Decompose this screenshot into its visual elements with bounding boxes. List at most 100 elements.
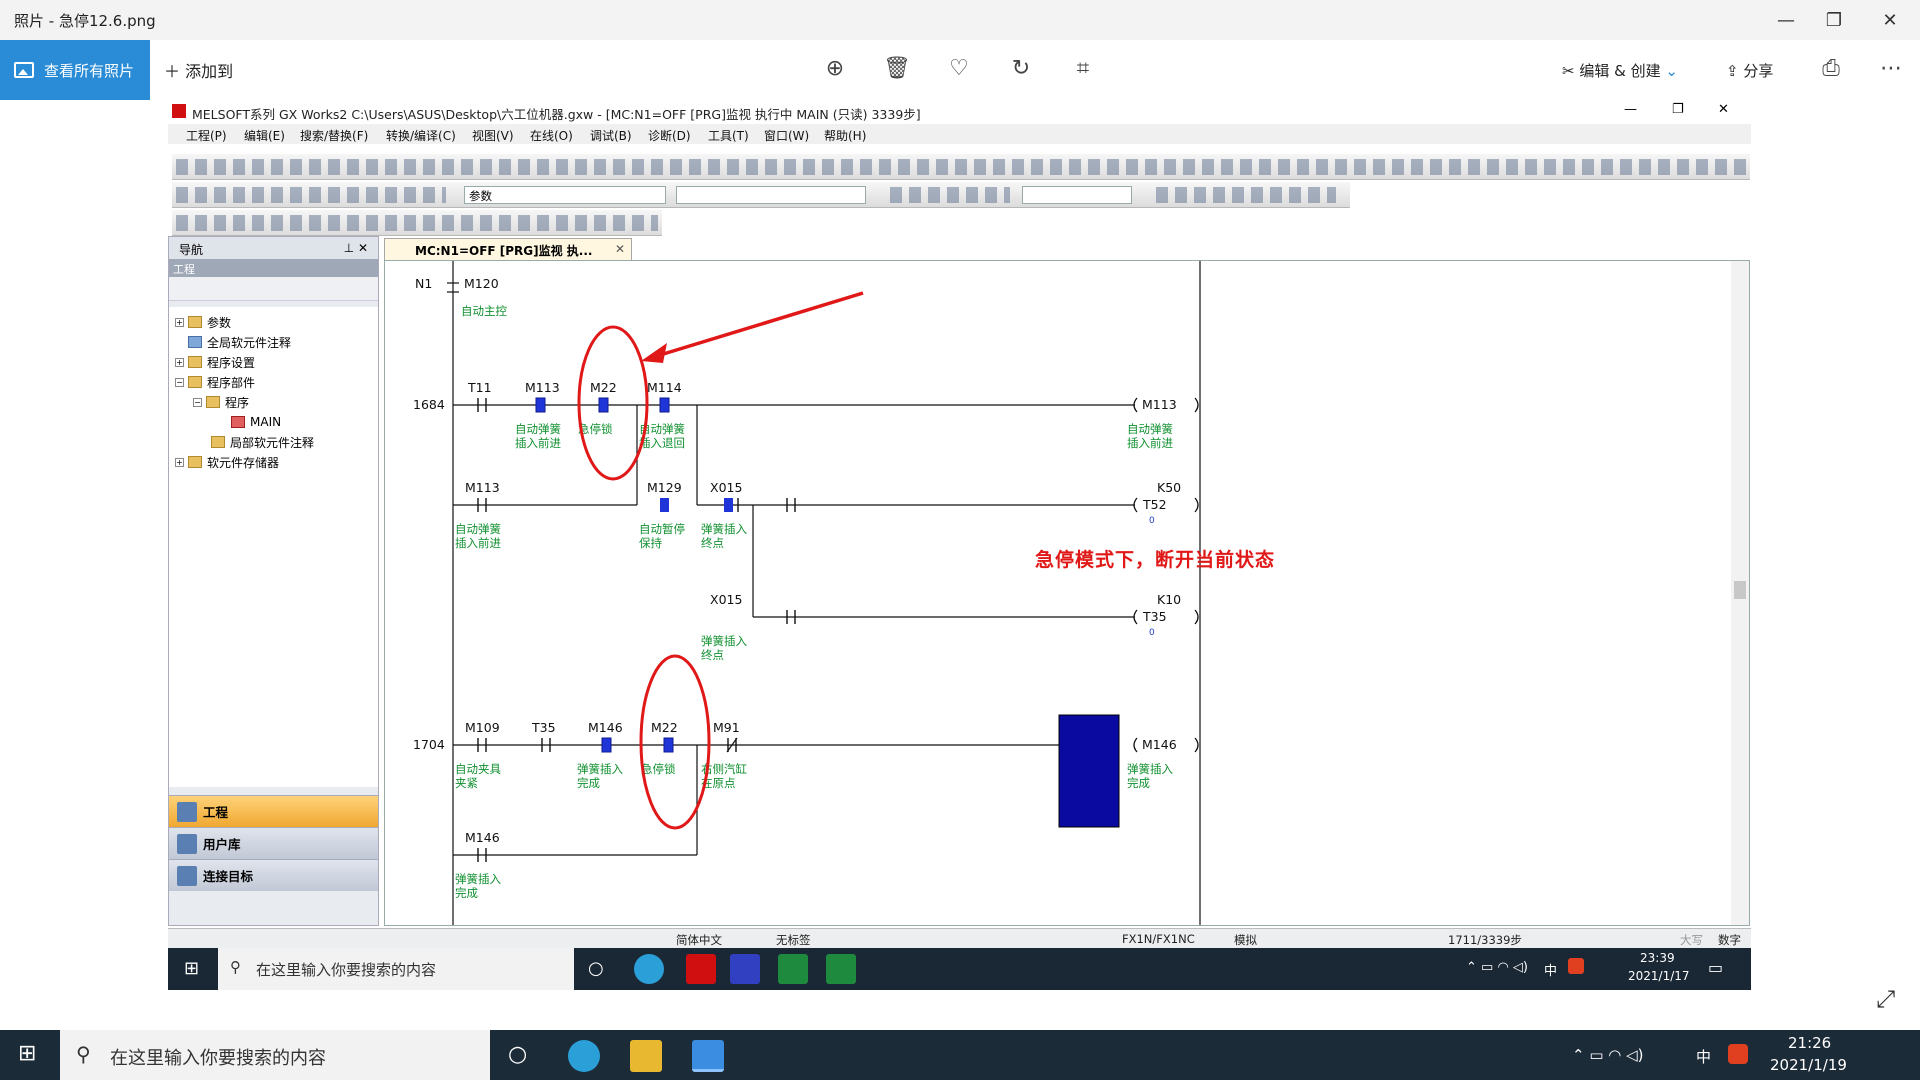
scrollbar-thumb[interactable] bbox=[1734, 581, 1746, 599]
menu-online[interactable]: 在线(O) bbox=[530, 127, 573, 144]
toolbar-icons[interactable] bbox=[890, 187, 1010, 203]
folder-icon bbox=[188, 316, 202, 328]
clock-time: 21:26 bbox=[1788, 1034, 1832, 1052]
folder-icon bbox=[188, 456, 202, 468]
coil-label: M113 bbox=[1142, 397, 1177, 412]
app-taskbar-icon[interactable] bbox=[730, 954, 760, 984]
tree-item-pou[interactable]: − 程序部件 bbox=[175, 373, 255, 391]
connection-icon bbox=[177, 866, 197, 886]
toolbar-icons[interactable] bbox=[176, 159, 1746, 175]
comment: 弹簧插入 bbox=[1127, 762, 1173, 776]
menu-edit[interactable]: 编辑(E) bbox=[244, 127, 285, 144]
menu-debug[interactable]: 调试(B) bbox=[590, 127, 632, 144]
step-number: 1684 bbox=[413, 397, 445, 412]
windows-start-icon[interactable]: ⊞ bbox=[18, 1041, 36, 1066]
tree-item-device-memory[interactable]: + 软元件存储器 bbox=[175, 453, 279, 471]
fullscreen-icon[interactable]: ⤢ bbox=[1876, 985, 1895, 1013]
timer-setting: K50 bbox=[1157, 480, 1181, 495]
maximize-button[interactable]: ❐ bbox=[1806, 0, 1862, 40]
status-steps: 1711/3339步 bbox=[1448, 933, 1522, 947]
photos-taskbar-icon[interactable] bbox=[692, 1040, 724, 1072]
nav-pin-close-icon[interactable]: ⊥ ✕ bbox=[344, 241, 368, 255]
tree-item-program[interactable]: − 程序 bbox=[193, 393, 249, 411]
zoom-combo[interactable] bbox=[1022, 186, 1132, 204]
nav-button-label: 连接目标 bbox=[203, 869, 254, 884]
more-icon[interactable]: ⋯ bbox=[1876, 56, 1906, 81]
zoom-icon[interactable]: ⊕ bbox=[820, 56, 850, 81]
tree-item-program-setting[interactable]: + 程序设置 bbox=[175, 353, 255, 371]
collapse-icon[interactable]: − bbox=[175, 377, 184, 387]
gx-minimize-icon[interactable]: — bbox=[1624, 102, 1637, 117]
menu-diagnostics[interactable]: 诊断(D) bbox=[648, 127, 691, 144]
excel-taskbar-icon[interactable] bbox=[826, 954, 856, 984]
tree-item-parameter[interactable]: + 参数 bbox=[175, 313, 231, 331]
nav-button-connection[interactable]: 连接目标 bbox=[169, 859, 378, 891]
rotate-icon[interactable]: ↻ bbox=[1006, 56, 1036, 81]
ladder-diagram: N1 M120 自动主控 1684 1704 T11 M113 M22 M114… bbox=[413, 261, 1749, 925]
contact-label: M146 bbox=[588, 720, 623, 735]
menu-project[interactable]: 工程(P) bbox=[186, 127, 227, 144]
menu-find-replace[interactable]: 搜索/替换(F) bbox=[300, 127, 368, 144]
tree-item-main[interactable]: MAIN bbox=[231, 413, 281, 431]
taskbar-search-box[interactable]: ⚲ 在这里输入你要搜索的内容 bbox=[60, 1030, 490, 1080]
inner-clock-time: 23:39 bbox=[1640, 951, 1675, 965]
gxworks-taskbar-icon[interactable] bbox=[686, 954, 716, 984]
menu-convert[interactable]: 转换/编译(C) bbox=[386, 127, 456, 144]
contact-label: M146 bbox=[465, 830, 500, 845]
edit-create-button[interactable]: ✂ 编辑 & 创建 ⌄ bbox=[1562, 60, 1678, 81]
view-all-photos-button[interactable]: 查看所有照片 bbox=[0, 40, 150, 100]
contact-label: M22 bbox=[651, 720, 678, 735]
expand-icon[interactable]: + bbox=[175, 457, 184, 467]
add-to-button[interactable]: ＋ 添加到 bbox=[164, 58, 233, 82]
gx-restore-icon[interactable]: ❐ bbox=[1672, 102, 1684, 117]
collapse-icon[interactable]: − bbox=[193, 397, 202, 407]
sogou-icon[interactable] bbox=[1728, 1044, 1748, 1064]
tree-item-local-comment[interactable]: 局部软元件注释 bbox=[211, 433, 314, 451]
program-tab[interactable]: MC:N1=OFF [PRG]监视 执... ✕ bbox=[384, 238, 632, 260]
expand-icon[interactable]: + bbox=[175, 357, 184, 367]
menu-window[interactable]: 窗口(W) bbox=[764, 127, 809, 144]
tab-close-icon[interactable]: ✕ bbox=[615, 242, 625, 256]
sogou-icon[interactable] bbox=[1568, 958, 1584, 974]
edge-icon[interactable] bbox=[634, 954, 664, 984]
inner-search-box[interactable]: ⚲ 在这里输入你要搜索的内容 bbox=[218, 948, 574, 990]
excel-taskbar-icon[interactable] bbox=[778, 954, 808, 984]
nav-button-library[interactable]: 用户库 bbox=[169, 827, 378, 859]
windows-start-icon[interactable]: ⊞ bbox=[184, 958, 199, 979]
tree-item-global-comment[interactable]: 全局软元件注释 bbox=[188, 333, 291, 351]
ime-indicator[interactable]: 中 bbox=[1544, 960, 1557, 979]
toolbar-icons[interactable] bbox=[176, 215, 658, 231]
annotation-text: 急停模式下，断开当前状态 bbox=[1035, 548, 1275, 571]
tray-icons[interactable]: ⌃ ▭ ◠ ◁) bbox=[1466, 960, 1528, 975]
menu-view[interactable]: 视图(V) bbox=[472, 127, 514, 144]
expand-icon[interactable]: + bbox=[175, 317, 184, 327]
mc-comment: 自动主控 bbox=[461, 304, 507, 318]
crop-icon[interactable]: ⌗ bbox=[1068, 56, 1098, 81]
close-button[interactable]: ✕ bbox=[1862, 0, 1918, 40]
task-view-icon[interactable]: ○ bbox=[508, 1042, 527, 1067]
comment: 插入前进 bbox=[455, 536, 501, 550]
menu-help[interactable]: 帮助(H) bbox=[824, 127, 866, 144]
edge-icon[interactable] bbox=[568, 1040, 600, 1072]
notification-icon[interactable]: ▭ bbox=[1708, 958, 1723, 977]
parameter-combo[interactable]: 参数 bbox=[464, 186, 666, 204]
task-view-icon[interactable]: ○ bbox=[588, 958, 604, 979]
print-icon[interactable]: ⎙ bbox=[1816, 56, 1846, 81]
nav-button-project[interactable]: 工程 bbox=[169, 795, 378, 827]
tray-icons[interactable]: ⌃ ▭ ◠ ◁) bbox=[1572, 1046, 1644, 1064]
menu-tools[interactable]: 工具(T) bbox=[708, 127, 749, 144]
ladder-editor[interactable]: N1 M120 自动主控 1684 1704 T11 M113 M22 M114… bbox=[384, 260, 1750, 926]
share-button[interactable]: ⇪ 分享 bbox=[1726, 60, 1773, 81]
favorite-icon[interactable]: ♡ bbox=[944, 56, 974, 81]
file-explorer-icon[interactable] bbox=[630, 1040, 662, 1072]
nav-tools[interactable] bbox=[169, 277, 378, 301]
delete-icon[interactable]: 🗑 bbox=[882, 56, 912, 81]
gx-close-icon[interactable]: ✕ bbox=[1718, 102, 1729, 117]
toolbar-icons[interactable] bbox=[1156, 187, 1336, 203]
tree-label: 全局软元件注释 bbox=[207, 335, 292, 350]
device-combo[interactable] bbox=[676, 186, 866, 204]
tree-label: 程序部件 bbox=[207, 375, 256, 390]
toolbar-icons[interactable] bbox=[176, 187, 446, 203]
ime-indicator[interactable]: 中 bbox=[1696, 1046, 1711, 1067]
comment: 保持 bbox=[639, 536, 662, 550]
